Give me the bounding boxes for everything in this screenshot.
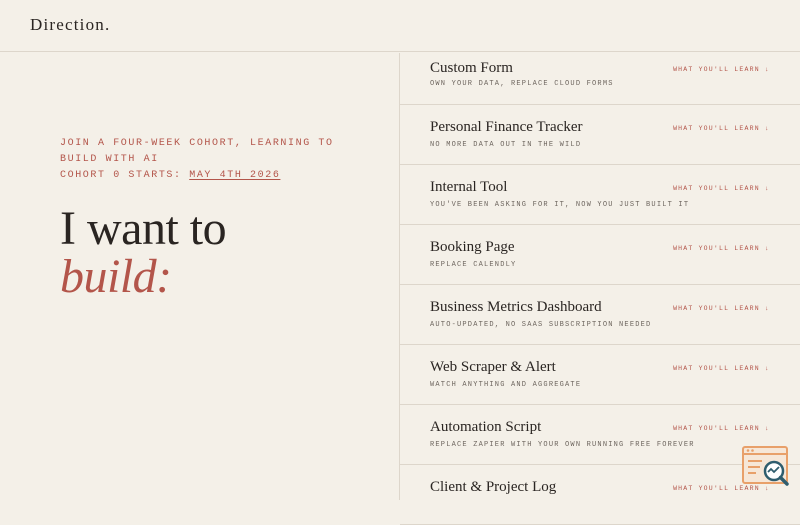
- project-list: Custom Form Own your data, replace cloud…: [400, 53, 800, 525]
- what-youll-learn-link[interactable]: What you'll learn ↓: [673, 245, 770, 252]
- project-item-automation-script[interactable]: Automation Script Replace Zapier with yo…: [400, 405, 800, 465]
- project-subtitle: Own your data, replace cloud forms: [430, 80, 614, 88]
- cohort-start-line: Cohort 0 starts: May 4th 2026: [60, 168, 360, 184]
- project-subtitle: Watch anything and aggregate: [430, 381, 582, 389]
- cohort-start-date-link[interactable]: May 4th 2026: [189, 170, 280, 181]
- page-search-widget[interactable]: [742, 446, 790, 490]
- project-item-client-project-log[interactable]: Client & Project Log What you'll learn ↓: [400, 465, 800, 525]
- project-subtitle: You've been asking for it, now you just …: [430, 201, 690, 209]
- what-youll-learn-link[interactable]: What you'll learn ↓: [673, 125, 770, 132]
- what-youll-learn-link[interactable]: What you'll learn ↓: [673, 305, 770, 312]
- headline-line-1: I want to: [60, 202, 227, 255]
- brand-logo[interactable]: Direction.: [30, 15, 110, 35]
- what-youll-learn-link[interactable]: What you'll learn ↓: [673, 185, 770, 192]
- project-subtitle: Replace Zapier with your own running fre…: [430, 441, 695, 449]
- headline-accent: build:: [60, 250, 172, 303]
- project-subtitle: Replace Calendly: [430, 261, 517, 269]
- project-title: Automation Script: [430, 419, 542, 435]
- project-title: Business Metrics Dashboard: [430, 299, 602, 315]
- cohort-intro: Join a four-week cohort, learning to bui…: [60, 136, 360, 184]
- page-search-icon: [742, 446, 789, 486]
- project-title: Internal Tool: [430, 179, 508, 195]
- hero-headline: I want to build:: [60, 205, 390, 301]
- what-youll-learn-link[interactable]: What you'll learn ↓: [673, 425, 770, 432]
- cohort-start-prefix: Cohort 0 starts:: [60, 170, 190, 181]
- project-subtitle: Auto-updated, no SaaS subscription neede…: [430, 321, 652, 329]
- what-youll-learn-link[interactable]: What you'll learn ↓: [673, 66, 770, 73]
- project-item-web-scraper-alert[interactable]: Web Scraper & Alert Watch anything and a…: [400, 345, 800, 405]
- project-item-internal-tool[interactable]: Internal Tool You've been asking for it,…: [400, 165, 800, 225]
- project-title: Personal Finance Tracker: [430, 119, 583, 135]
- project-title: Booking Page: [430, 239, 515, 255]
- project-title: Custom Form: [430, 60, 513, 76]
- what-youll-learn-link[interactable]: What you'll learn ↓: [673, 365, 770, 372]
- project-item-booking-page[interactable]: Booking Page Replace Calendly What you'l…: [400, 225, 800, 285]
- project-subtitle: No more data out in the wild: [430, 141, 582, 149]
- site-header: Direction.: [0, 0, 800, 52]
- project-item-business-metrics-dashboard[interactable]: Business Metrics Dashboard Auto-updated,…: [400, 285, 800, 345]
- project-item-custom-form[interactable]: Custom Form Own your data, replace cloud…: [400, 53, 800, 105]
- project-title: Client & Project Log: [430, 479, 557, 495]
- intro-line-1: Join a four-week cohort, learning to: [60, 138, 334, 149]
- project-title: Web Scraper & Alert: [430, 359, 556, 375]
- project-item-personal-finance-tracker[interactable]: Personal Finance Tracker No more data ou…: [400, 105, 800, 165]
- intro-line-2: build with AI: [60, 154, 159, 165]
